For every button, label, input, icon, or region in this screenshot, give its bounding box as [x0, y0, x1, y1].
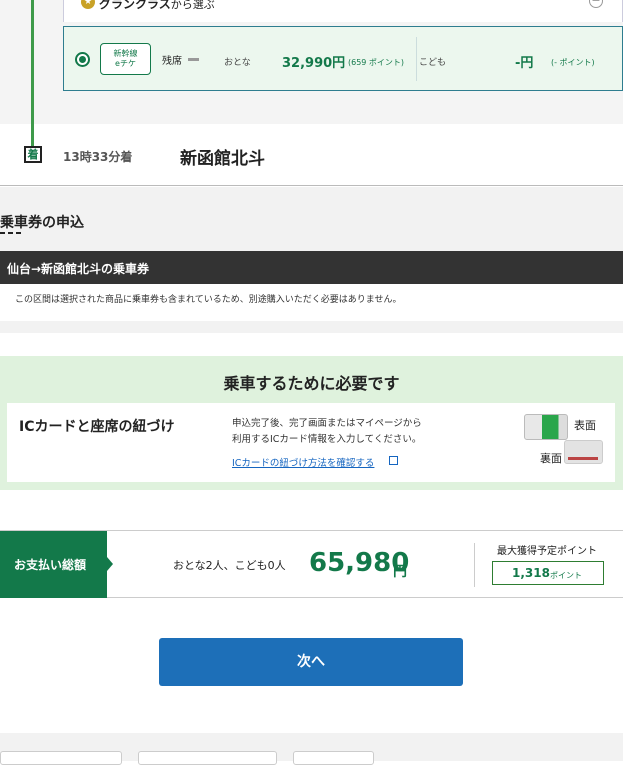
arrival-time: 13時33分着 — [63, 150, 133, 164]
ticket-route-title: 仙台→新函館北斗の乗車券 — [7, 262, 150, 276]
yen-unit: 円 — [393, 564, 407, 580]
ticket-note-box: この区間は選択された商品に乗車券も含まれているため、別途購入いただく必要はありま… — [0, 284, 623, 321]
fare-option-row[interactable]: 新幹線 eチケ 残席 おとな 32,990円 (659 ポイント) こども -円… — [63, 26, 623, 91]
ic-card-help-link[interactable]: ICカードの紐づけ方法を確認する — [232, 455, 374, 469]
payment-total-section: お支払い総額 おとな2人、こども0人 65,980 円 最大獲得予定ポイント 1… — [0, 530, 623, 598]
ic-card-title: ICカードと座席の紐づけ — [19, 419, 175, 435]
ticket-bar: 仙台→新函館北斗の乗車券 — [0, 251, 623, 284]
adult-price: 32,990円 — [282, 56, 346, 71]
footer-strip — [0, 733, 623, 765]
arrival-station: 新函館北斗 — [180, 149, 265, 169]
eticket-line2: eチケ — [115, 59, 136, 68]
child-label: こども — [419, 58, 447, 68]
points-title: 最大獲得予定ポイント — [497, 546, 597, 557]
ic-card-back-image — [564, 440, 603, 464]
collapse-icon[interactable]: − — [589, 0, 603, 8]
ic-card-front-image — [524, 414, 568, 440]
green-class-label: グランクラス — [99, 0, 171, 11]
seats-left-label: 残席 — [162, 56, 182, 67]
footer-tab[interactable] — [293, 751, 374, 765]
route-line — [31, 0, 34, 146]
section-title: 乗車券の申込 — [0, 215, 84, 231]
footer-tab[interactable] — [0, 751, 122, 765]
arrival-row: 着 13時33分着 新函館北斗 — [0, 124, 623, 186]
arrival-badge: 着 — [24, 146, 42, 163]
divider — [474, 543, 475, 587]
green-class-suffix: から選ぶ — [170, 0, 215, 11]
title-underline — [0, 232, 22, 234]
divider — [416, 37, 417, 81]
fare-selection-section: ★ グランクラスから選ぶ − 新幹線 eチケ 残席 おとな 32,990円 (6… — [0, 0, 623, 124]
points-unit: ポイント — [550, 571, 582, 580]
payment-tag: お支払い総額 — [0, 531, 113, 598]
front-label: 表面 — [574, 419, 596, 432]
description-line2: 利用するICカード情報を入力してください。 — [232, 434, 422, 445]
ic-card-description: 申込完了後、完了画面またはマイページから 利用するICカード情報を入力してくださ… — [232, 416, 462, 448]
star-icon: ★ — [81, 0, 95, 9]
payment-tag-text: お支払い総額 — [14, 558, 87, 572]
ticket-application-section: 乗車券の申込 仙台→新函館北斗の乗車券 この区間は選択された商品に乗車券も含まれ… — [0, 187, 623, 333]
fare-radio-button[interactable] — [75, 52, 90, 67]
points-box: 1,318 ポイント — [492, 561, 604, 585]
ic-card-info: ICカードと座席の紐づけ 申込完了後、完了画面またはマイページから 利用するIC… — [7, 403, 615, 482]
footer-tab[interactable] — [138, 751, 277, 765]
adult-points: (659 ポイント) — [348, 58, 405, 67]
eticket-line1: 新幹線 — [113, 49, 138, 58]
green-class-row[interactable]: ★ グランクラスから選ぶ − — [63, 0, 623, 22]
ticket-note: この区間は選択された商品に乗車券も含まれているため、別途購入いただく必要はありま… — [15, 295, 402, 305]
child-points: (- ポイント) — [551, 58, 595, 67]
passenger-count: おとな2人、こども0人 — [173, 559, 286, 572]
eticket-badge: 新幹線 eチケ — [100, 43, 151, 75]
external-link-icon — [389, 456, 398, 465]
seats-left-indicator — [188, 58, 199, 61]
adult-label: おとな — [224, 58, 251, 68]
points-value: 1,318 — [512, 566, 550, 580]
description-line1: 申込完了後、完了画面またはマイページから — [232, 418, 422, 429]
child-price: -円 — [515, 56, 534, 71]
requirement-section: 乗車するために必要です ICカードと座席の紐づけ 申込完了後、完了画面またはマイ… — [0, 356, 623, 490]
requirement-heading: 乗車するために必要です — [223, 374, 400, 393]
next-button[interactable]: 次へ — [159, 638, 463, 686]
back-label: 裏面 — [540, 452, 562, 465]
